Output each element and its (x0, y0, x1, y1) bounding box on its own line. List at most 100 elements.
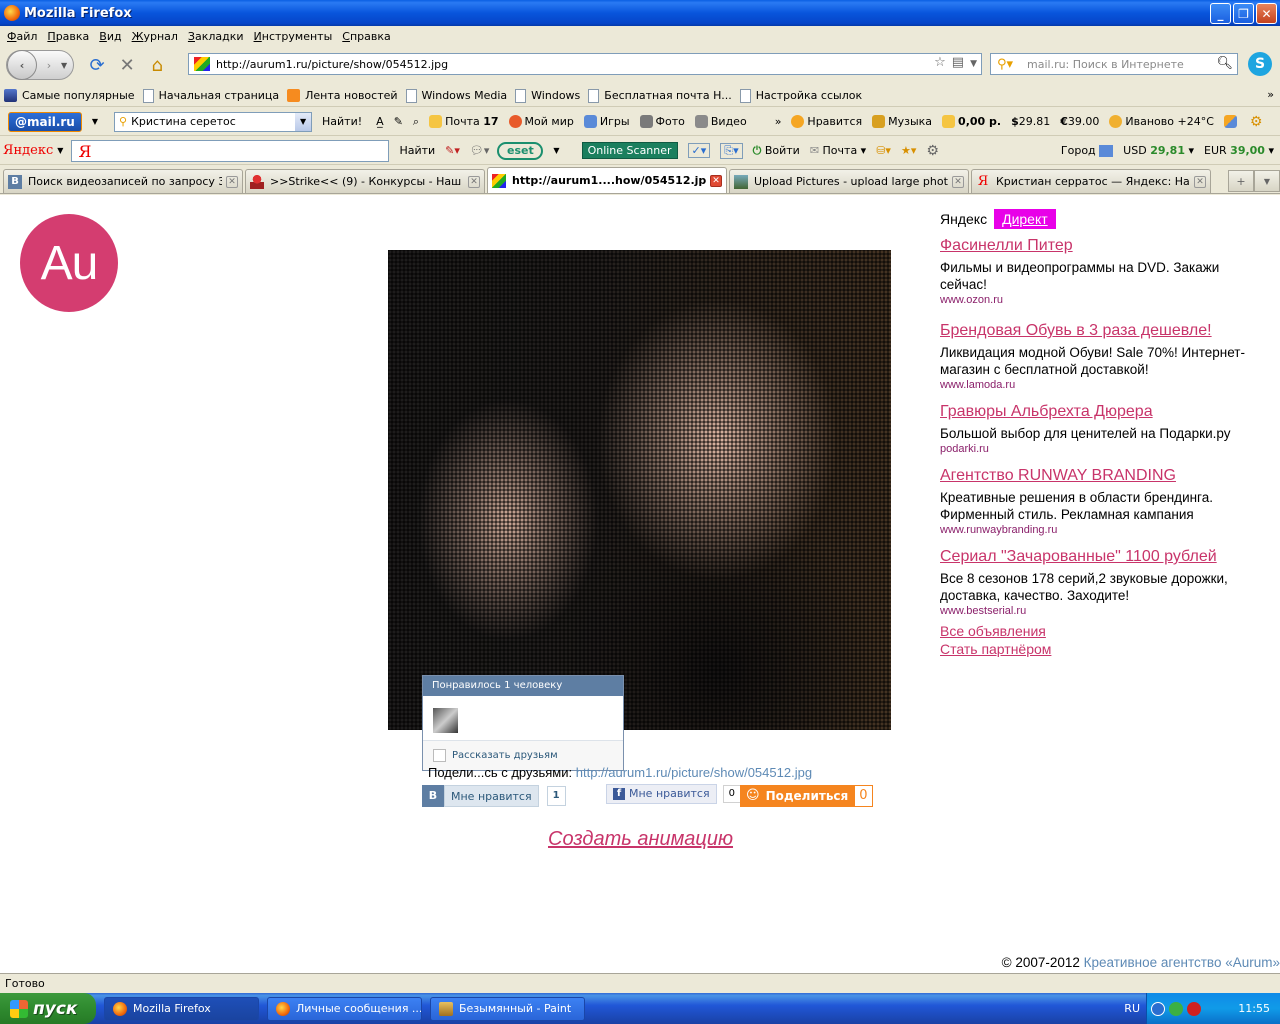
menu-bookmarks[interactable]: Закладки (188, 30, 244, 43)
mailru-games-button[interactable]: Игры (583, 115, 630, 128)
tray-icq-icon[interactable] (1169, 1001, 1183, 1016)
ad-title[interactable]: Агентство RUNWAY BRANDING (940, 467, 1260, 485)
yandex-menu-dropdown-icon[interactable]: ▼ (57, 146, 63, 155)
tab-close-icon[interactable]: ✕ (710, 174, 722, 187)
menu-help[interactable]: Справка (342, 30, 390, 43)
search-magnifier-icon[interactable]: 🔍︎ (1216, 56, 1233, 71)
mailru-eur-rate[interactable]: €39.00 (1060, 115, 1099, 128)
yandex-find-button[interactable]: Найти (399, 144, 435, 157)
tab-close-icon[interactable]: ✕ (468, 175, 480, 188)
bookmark-start-page[interactable]: Начальная страница (142, 88, 279, 103)
forward-icon[interactable]: › (37, 59, 61, 72)
tab-strike-contests[interactable]: >>Strike<< (9) - Конкурсы - Наш до... ✕ (245, 169, 485, 193)
mailru-balance[interactable]: 0,00 р. (942, 115, 1001, 128)
yandex-bookmarks-icon[interactable]: ★▾ (901, 144, 916, 157)
yandex-money-icon[interactable]: ⛁▾ (876, 144, 891, 157)
mailru-search-value[interactable]: Кристина серетос (131, 115, 236, 128)
tab-yandex-search[interactable]: Я Кристиан серратос — Яндекс: Нашл... ✕ (971, 169, 1211, 193)
ad-url[interactable]: www.ozon.ru (940, 294, 1260, 306)
yandex-mail-button[interactable]: ✉ Почта ▾ (810, 144, 866, 157)
stop-icon[interactable]: ✕ (112, 55, 142, 76)
menu-view[interactable]: Вид (99, 30, 121, 43)
bookmark-news-feed[interactable]: Лента новостей (287, 89, 398, 102)
bookmark-free-mail[interactable]: Бесплатная почта H... (588, 88, 732, 103)
copyright-agency-link[interactable]: Креативное агентство «Aurum» (1084, 955, 1280, 970)
start-button[interactable]: пуск (0, 993, 96, 1024)
tab-list-icon[interactable]: ▼ (1254, 170, 1280, 192)
tray-opera-icon[interactable] (1187, 1001, 1201, 1016)
yandex-eur-rate[interactable]: EUR 39,00 ▾ (1204, 144, 1274, 157)
ad-title[interactable]: Фасинелли Питер (940, 237, 1260, 255)
yandex-logo[interactable]: Яндекс (3, 143, 53, 158)
menu-tools[interactable]: Инструменты (254, 30, 333, 43)
font-size-icon[interactable]: A̲ (376, 115, 384, 128)
close-window-button[interactable]: ✕ (1256, 3, 1277, 24)
mailru-search-input[interactable]: ⚲ Кристина серетос ▼ (114, 111, 313, 132)
bookmark-popular[interactable]: Самые популярные (4, 89, 135, 102)
ok-share-button[interactable]: ☺ Поделиться 0 (740, 785, 873, 807)
tray-arrow-icon[interactable] (1151, 1001, 1165, 1016)
ad-url[interactable]: www.runwaybranding.ru (940, 524, 1260, 536)
menu-file[interactable]: Файл (7, 30, 37, 43)
language-indicator[interactable]: RU (1124, 1002, 1140, 1015)
liker-avatar[interactable] (433, 708, 458, 733)
mailru-grid-icon[interactable] (1223, 115, 1240, 128)
like-popup-header[interactable]: Понравилось 1 человеку (423, 676, 623, 696)
fb-like-button[interactable]: f Мне нравится 0 (606, 784, 741, 804)
ads-direct-link[interactable]: Директ (994, 209, 1056, 229)
ad-url[interactable]: www.lamoda.ru (940, 379, 1260, 391)
mailru-photo-button[interactable]: Фото (639, 115, 685, 128)
mailru-logo[interactable]: @mail.ru (8, 111, 82, 132)
mailru-video-button[interactable]: Видео (694, 115, 747, 128)
mailru-settings-icon[interactable]: ⚙ (1250, 114, 1263, 130)
back-icon[interactable]: ‹ (7, 50, 37, 80)
tell-friends-checkbox[interactable] (433, 749, 446, 762)
page-search-icon[interactable]: ⌕ (413, 115, 419, 129)
home-icon[interactable]: ⌂ (142, 55, 172, 76)
taskbar-item-firefox[interactable]: Mozilla Firefox (104, 996, 259, 1021)
feed-icon[interactable]: ▤ (952, 55, 964, 73)
taskbar-item-messages[interactable]: Личные сообщения ... (267, 996, 422, 1021)
create-animation-link[interactable]: Создать анимацию (548, 828, 733, 851)
mailru-more-button[interactable]: » (775, 115, 782, 128)
url-dropdown-icon[interactable]: ▼ (970, 55, 977, 73)
tab-upload-pictures[interactable]: Upload Pictures - upload large photos ..… (729, 169, 969, 193)
mailru-music-button[interactable]: Музыка (872, 115, 932, 128)
yandex-chat-icon[interactable]: 💬︎▾ (470, 144, 490, 157)
reload-icon[interactable]: ⟳ (82, 55, 112, 76)
translate-icon[interactable]: ⎘▾ (720, 142, 743, 159)
ad-title[interactable]: Брендовая Обувь в 3 раза дешевле! (940, 322, 1260, 340)
eset-logo[interactable]: eset (497, 141, 544, 160)
online-scanner-button[interactable]: Online Scanner (581, 142, 678, 159)
mailru-search-dropdown-icon[interactable]: ▼ (295, 112, 312, 131)
tab-close-icon[interactable]: ✕ (226, 175, 238, 188)
skype-icon[interactable]: S (1248, 52, 1272, 76)
become-partner-link[interactable]: Стать партнёром (940, 641, 1260, 657)
vk-like-button[interactable]: В Мне нравится 1 (422, 785, 566, 807)
new-tab-icon[interactable]: + (1228, 170, 1254, 192)
ad-title[interactable]: Гравюры Альбрехта Дюрера (940, 403, 1260, 421)
yandex-settings-icon[interactable]: ⚙ (926, 143, 939, 159)
mailru-usd-rate[interactable]: $29.81 (1011, 115, 1050, 128)
bookmark-link-settings[interactable]: Настройка ссылок (739, 88, 862, 103)
history-dropdown-icon[interactable]: ▼ (61, 61, 67, 70)
highlight-icon[interactable]: ✎ (394, 115, 403, 128)
mailru-weather[interactable]: Иваново +24°C (1109, 115, 1214, 128)
maximize-button[interactable]: ❐ (1233, 3, 1254, 24)
menu-history[interactable]: Журнал (132, 30, 178, 43)
mailru-menu-dropdown-icon[interactable]: ▼ (92, 117, 98, 126)
yandex-login-button[interactable]: ⏻ Войти (753, 144, 800, 158)
tab-close-icon[interactable]: ✕ (952, 175, 964, 188)
bookmark-windows-media[interactable]: Windows Media (405, 88, 507, 103)
bookmark-star-icon[interactable]: ☆ (934, 55, 946, 73)
yandex-usd-rate[interactable]: USD 29,81 ▾ (1123, 144, 1194, 157)
mailru-likes-button[interactable]: Нравится (791, 115, 862, 128)
mailru-find-button[interactable]: Найти! (322, 115, 362, 128)
tab-aurum-picture[interactable]: http://aurum1....how/054512.jpg ✕ (487, 167, 727, 193)
menu-edit[interactable]: Правка (47, 30, 89, 43)
yandex-city-button[interactable]: Город (1061, 144, 1114, 157)
mailru-myworld-button[interactable]: Мой мир (508, 115, 574, 128)
bookmarks-overflow-icon[interactable]: » (1267, 88, 1274, 101)
address-url[interactable]: http://aurum1.ru/picture/show/054512.jpg (216, 58, 448, 71)
tab-close-icon[interactable]: ✕ (1194, 175, 1206, 188)
